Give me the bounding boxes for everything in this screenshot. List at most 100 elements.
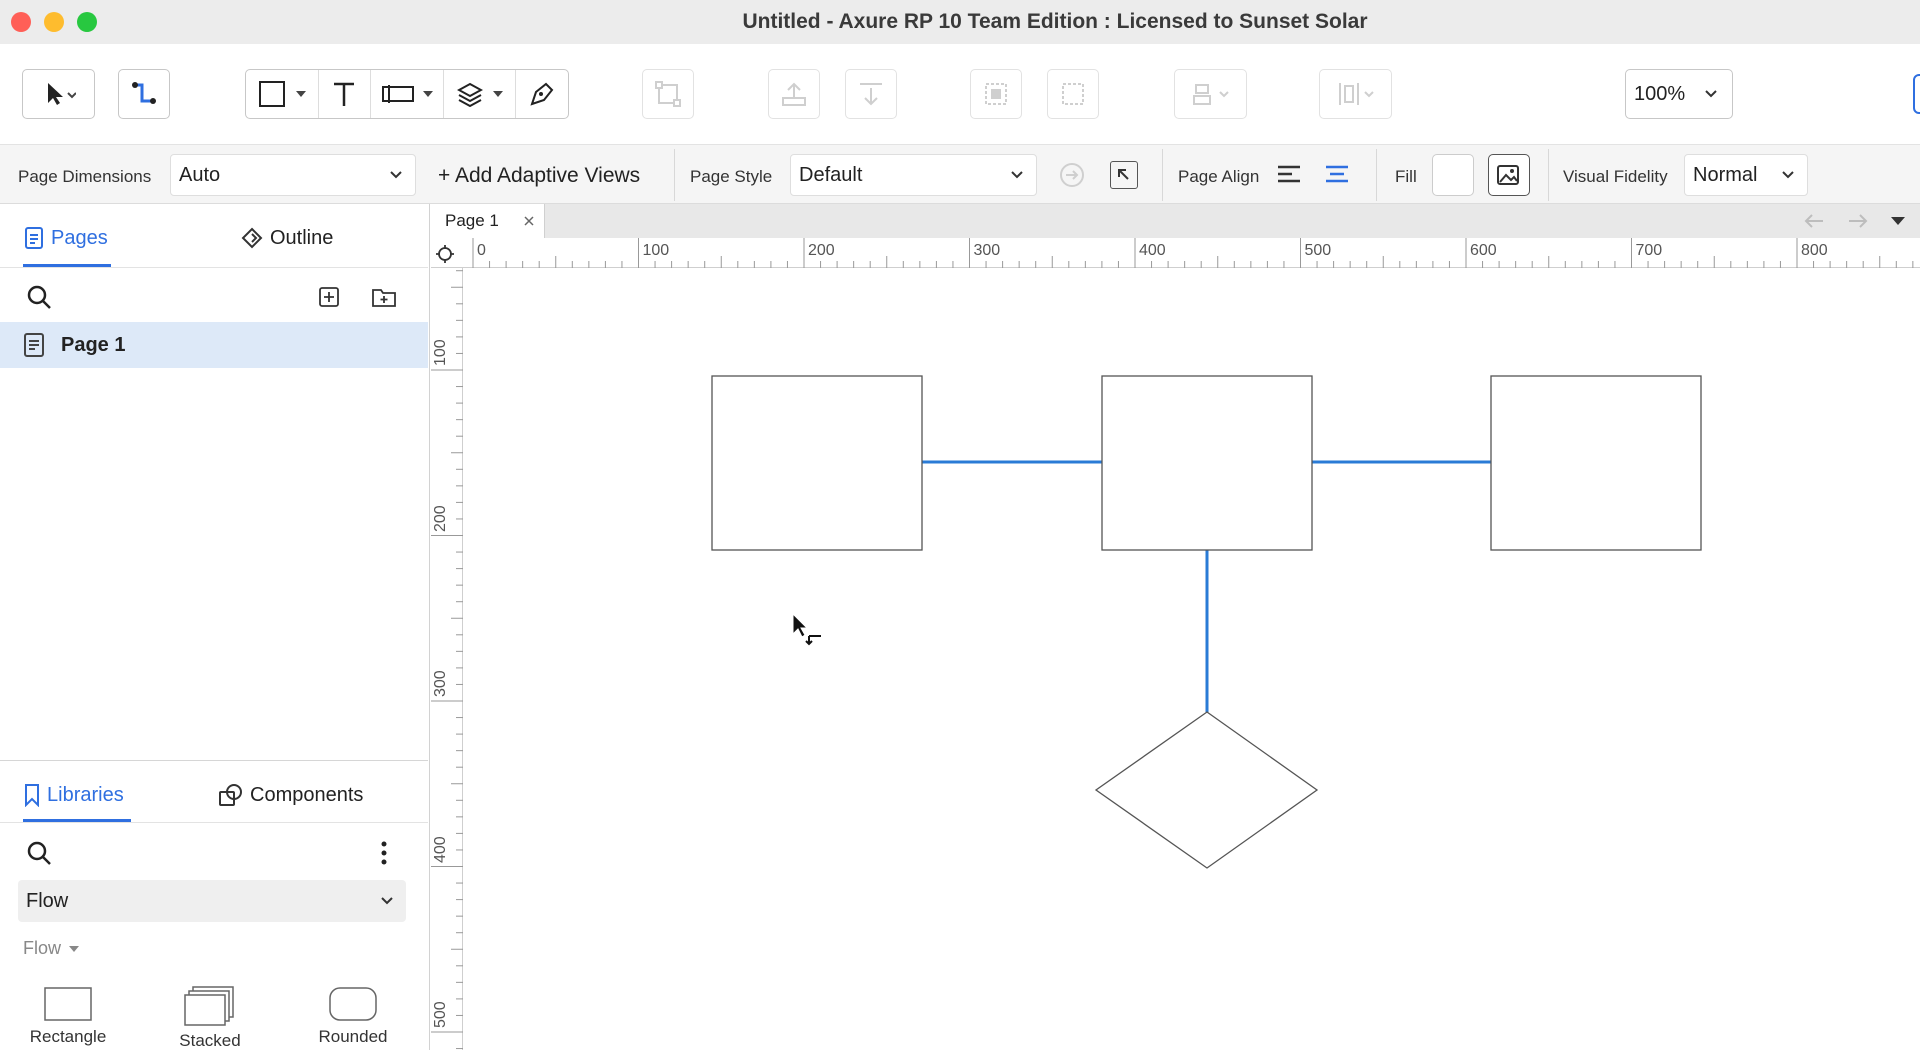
send-to-back-button[interactable] bbox=[845, 69, 897, 119]
vertical-ruler: 100 200 300 400 500 bbox=[431, 268, 463, 1050]
design-canvas[interactable] bbox=[463, 268, 1920, 1050]
ruler-label: 200 bbox=[432, 504, 449, 532]
chevron-down-icon bbox=[492, 91, 503, 97]
align-button[interactable] bbox=[1174, 69, 1247, 119]
library-group-toggle[interactable]: Flow bbox=[23, 938, 80, 959]
tab-menu-icon[interactable] bbox=[1890, 215, 1906, 227]
library-widget-stacked[interactable]: Stacked bbox=[155, 986, 265, 1051]
align-left-icon bbox=[1278, 165, 1300, 183]
style-manager-button[interactable] bbox=[1110, 161, 1138, 189]
forward-arrow-icon[interactable] bbox=[1847, 212, 1869, 230]
add-folder-button[interactable] bbox=[371, 285, 397, 314]
divider bbox=[1548, 149, 1549, 201]
library-select[interactable]: Flow bbox=[18, 880, 406, 922]
add-page-icon bbox=[319, 287, 339, 307]
image-icon bbox=[1497, 165, 1519, 185]
align-left-button[interactable] bbox=[1276, 163, 1302, 190]
divider bbox=[1162, 149, 1163, 201]
close-icon[interactable] bbox=[523, 215, 535, 227]
fill-color-swatch[interactable] bbox=[1432, 154, 1474, 196]
divider bbox=[0, 760, 428, 761]
align-center-button[interactable] bbox=[1324, 163, 1350, 190]
zoom-select[interactable]: 100% bbox=[1625, 69, 1733, 119]
page-style-label: Page Style bbox=[690, 167, 773, 186]
tab-components-label: Components bbox=[250, 783, 364, 806]
layers-tool-button[interactable] bbox=[444, 70, 517, 118]
library-widget-rectangle[interactable]: Rectangle bbox=[13, 986, 123, 1047]
search-icon bbox=[27, 841, 51, 865]
bring-to-front-button[interactable] bbox=[768, 69, 820, 119]
distribute-button[interactable] bbox=[1319, 69, 1392, 119]
ruler-label: 300 bbox=[432, 670, 449, 697]
group-button[interactable] bbox=[970, 69, 1022, 119]
visual-fidelity-select[interactable]: Normal bbox=[1684, 154, 1808, 196]
text-tool-button[interactable] bbox=[319, 70, 372, 118]
tab-libraries-label: Libraries bbox=[47, 783, 124, 806]
page-dimensions-label: Page Dimensions bbox=[18, 167, 152, 186]
components-icon bbox=[219, 784, 242, 806]
page-dimensions-value: Auto bbox=[179, 163, 221, 186]
tab-pages-label: Pages bbox=[51, 226, 108, 249]
search-libraries-button[interactable] bbox=[26, 840, 52, 871]
title-bar: Untitled - Axure RP 10 Team Edition : Li… bbox=[0, 0, 1920, 44]
ruler-label: 700 bbox=[1635, 242, 1663, 259]
apply-style-button[interactable] bbox=[1058, 161, 1086, 194]
connector-tool-button[interactable] bbox=[118, 69, 170, 119]
ruler-label: 500 bbox=[432, 1001, 449, 1028]
library-widget-rounded[interactable]: Rounded bbox=[298, 986, 408, 1047]
ruler-label: 600 bbox=[1470, 242, 1497, 259]
ungroup-button[interactable] bbox=[1047, 69, 1099, 119]
zoom-value: 100% bbox=[1634, 82, 1686, 105]
add-adaptive-views-button[interactable]: + Add Adaptive Views bbox=[438, 164, 640, 188]
share-button[interactable] bbox=[1913, 74, 1920, 114]
add-page-button[interactable] bbox=[318, 286, 340, 313]
tab-outline[interactable]: Outline bbox=[240, 226, 333, 250]
ruler-label: 0 bbox=[477, 242, 486, 259]
tab-libraries[interactable]: Libraries bbox=[23, 783, 124, 807]
back-arrow-icon[interactable] bbox=[1803, 212, 1825, 230]
page-dimensions-select[interactable]: Auto bbox=[170, 154, 416, 196]
layers-icon bbox=[456, 82, 483, 107]
page-tab-strip: Page 1 bbox=[431, 204, 1920, 238]
pen-tool-button[interactable] bbox=[516, 70, 568, 118]
diamond-shape[interactable] bbox=[1094, 711, 1319, 869]
rounded-widget-icon bbox=[329, 987, 377, 1021]
field-tool-button[interactable] bbox=[371, 70, 444, 118]
edit-points-button[interactable] bbox=[642, 69, 694, 119]
pointer-tool-button[interactable] bbox=[22, 69, 95, 119]
widget-label: Rounded bbox=[318, 1027, 388, 1046]
fill-label: Fill bbox=[1395, 167, 1417, 186]
visual-fidelity-value: Normal bbox=[1693, 163, 1758, 186]
fill-image-button[interactable] bbox=[1488, 154, 1530, 196]
rectangle-tool-button[interactable] bbox=[246, 70, 319, 118]
page-list-item[interactable]: Page 1 bbox=[0, 322, 428, 368]
divider bbox=[674, 149, 675, 201]
send-back-icon bbox=[860, 83, 882, 106]
ruler-label: 400 bbox=[432, 835, 449, 863]
divider bbox=[0, 267, 428, 268]
connector-icon bbox=[132, 82, 156, 104]
ruler-label: 800 bbox=[1801, 242, 1828, 259]
rectangle-shape[interactable] bbox=[1490, 375, 1702, 551]
ruler-label: 100 bbox=[642, 242, 670, 259]
chevron-down-icon bbox=[422, 91, 433, 97]
align-icon bbox=[1192, 84, 1229, 105]
page-tab[interactable]: Page 1 bbox=[431, 204, 545, 238]
bring-front-icon bbox=[782, 82, 806, 106]
tab-pages[interactable]: Pages bbox=[23, 226, 108, 250]
page-style-select[interactable]: Default bbox=[790, 154, 1037, 196]
chevron-down-icon bbox=[1011, 171, 1023, 179]
rectangle-shape-icon bbox=[258, 81, 285, 107]
divider bbox=[1376, 149, 1377, 201]
left-panel: Pages Outline Page 1 Libraries Component… bbox=[0, 204, 430, 1050]
rectangle-shape[interactable] bbox=[711, 375, 923, 551]
search-pages-button[interactable] bbox=[26, 284, 52, 315]
connector-cursor-icon bbox=[792, 612, 821, 646]
rectangle-widget-icon bbox=[44, 987, 92, 1021]
field-icon bbox=[381, 85, 414, 103]
page-style-value: Default bbox=[799, 163, 863, 186]
chevron-down-icon bbox=[390, 171, 402, 179]
library-options-button[interactable] bbox=[380, 840, 388, 871]
rectangle-shape[interactable] bbox=[1101, 375, 1313, 551]
tab-components[interactable]: Components bbox=[218, 783, 363, 807]
